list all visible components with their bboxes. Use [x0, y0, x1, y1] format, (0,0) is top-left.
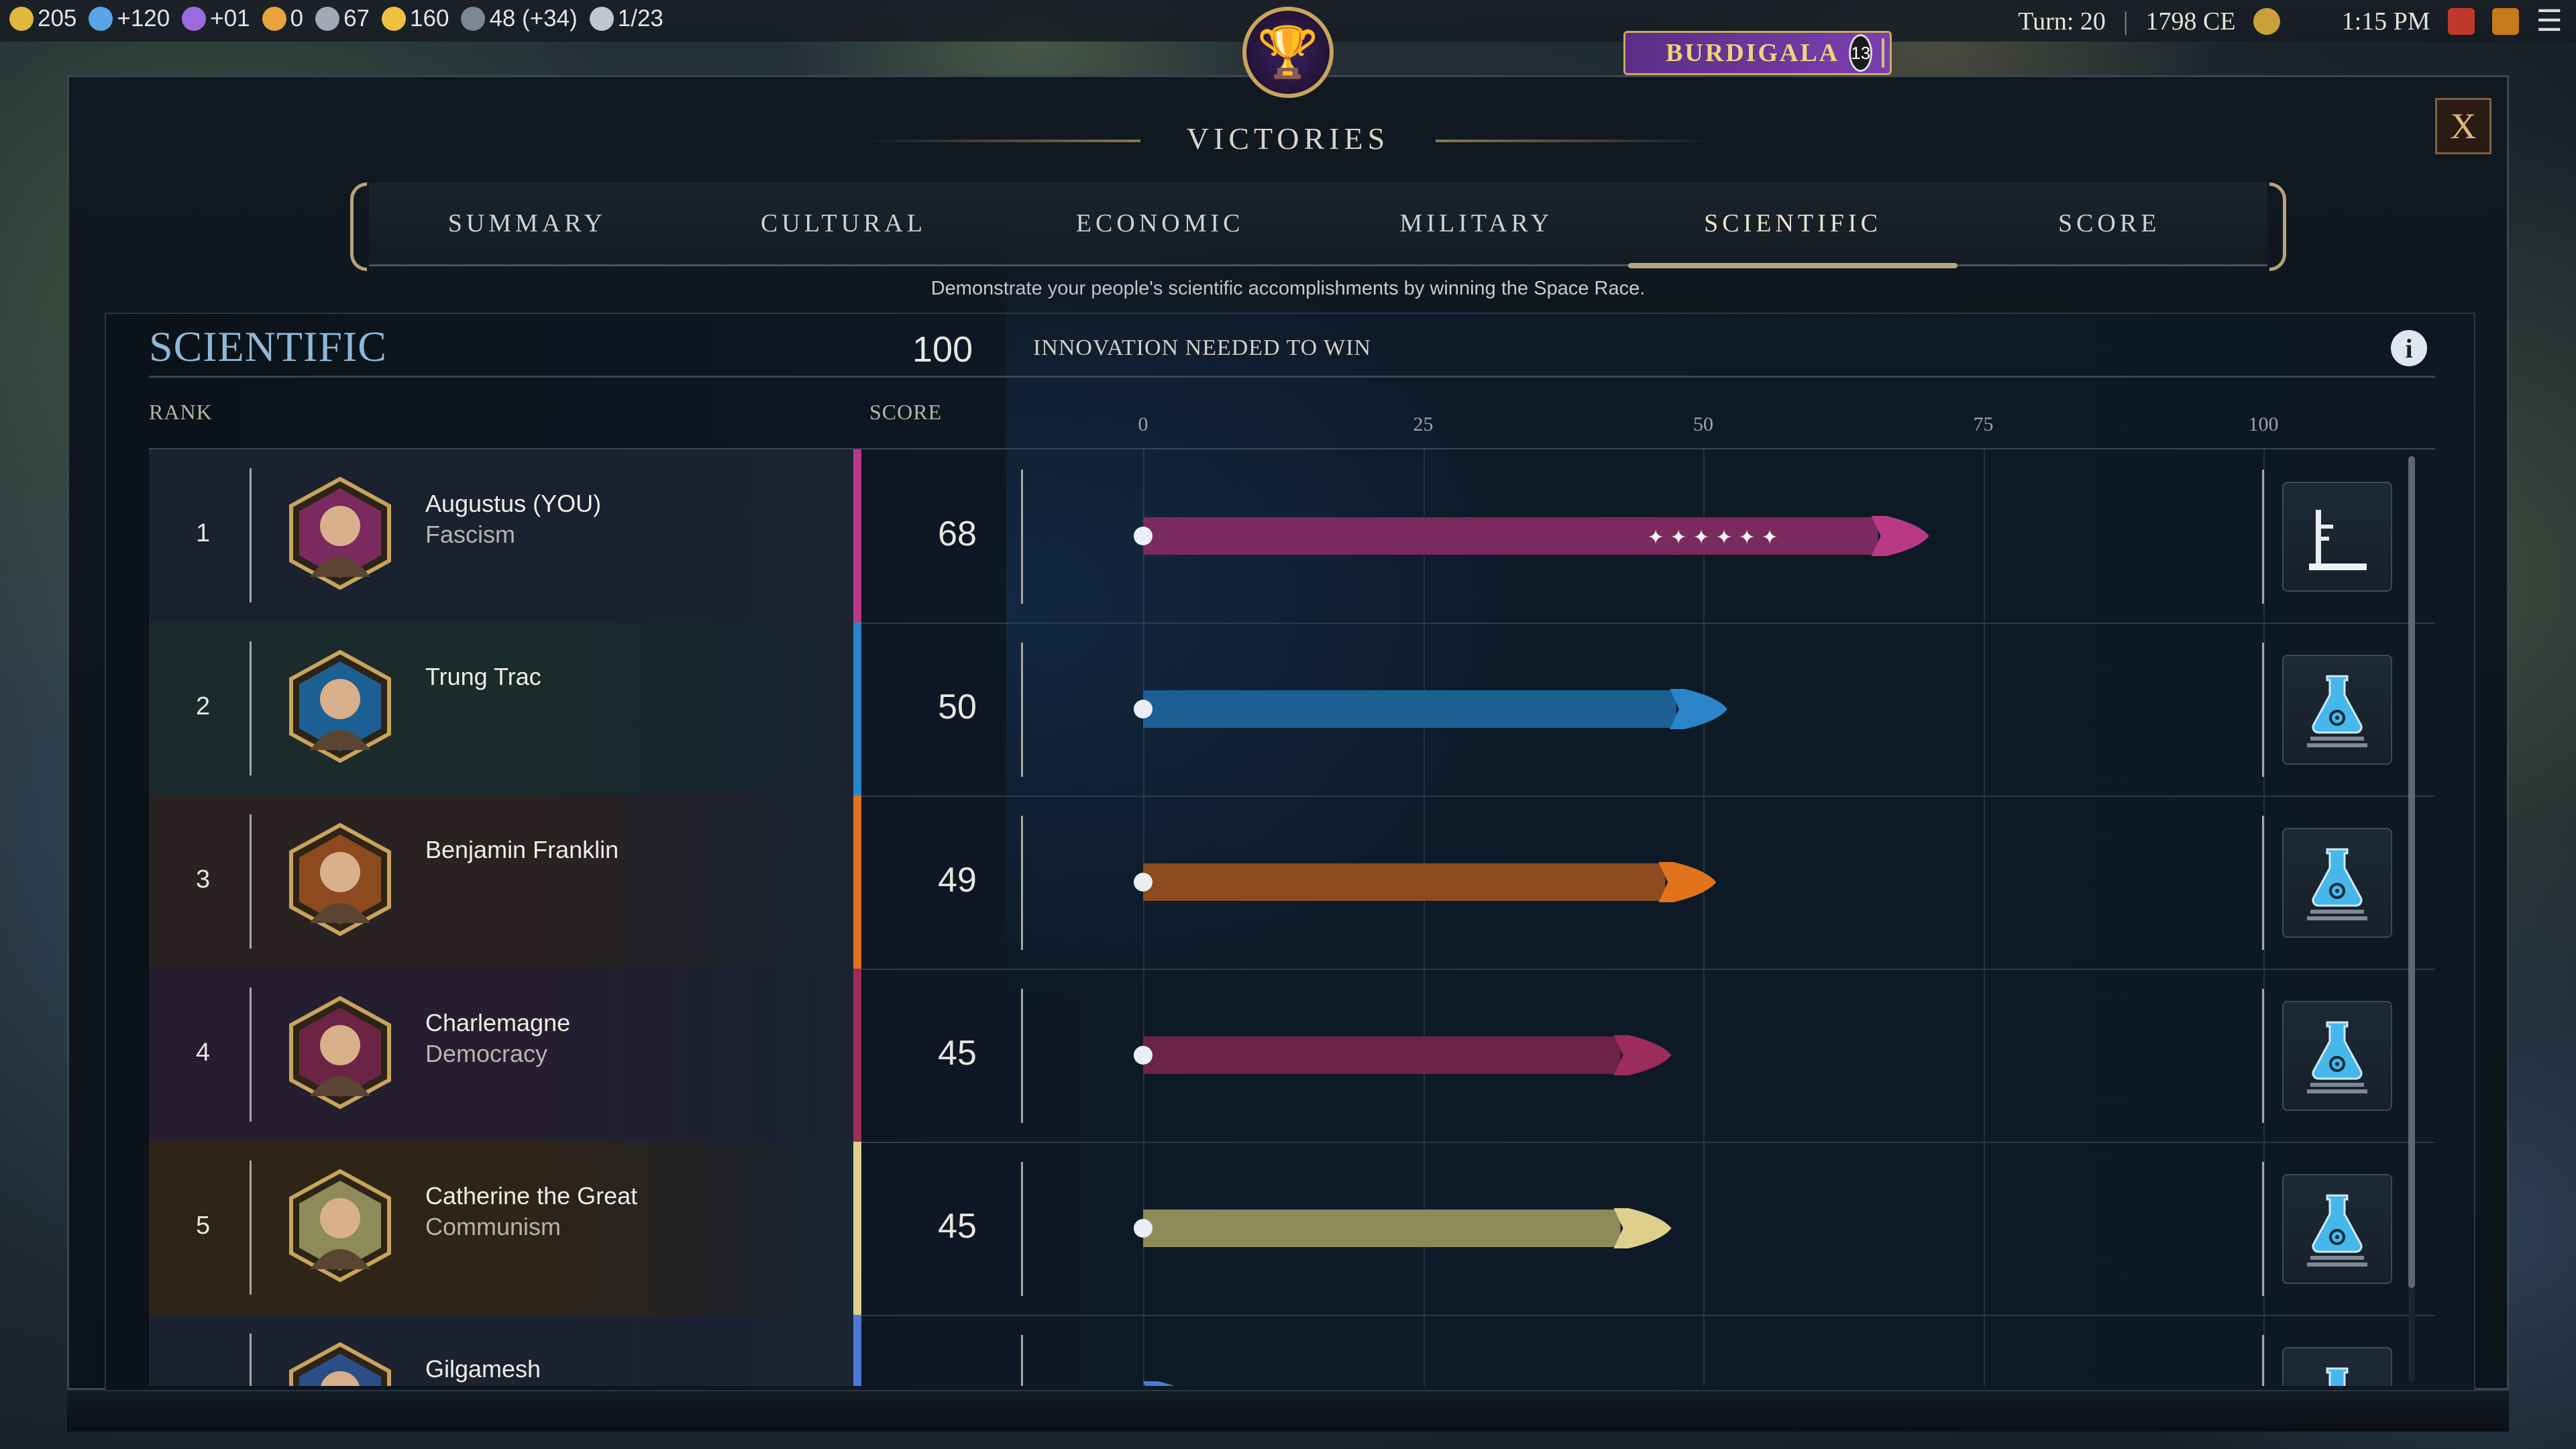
axis-tick-label: 50: [1693, 413, 1713, 435]
close-button[interactable]: X: [2435, 98, 2491, 154]
rocket-marker: [1658, 862, 1717, 902]
boost-star-icon: ✦: [1648, 526, 1664, 549]
science-flask-icon[interactable]: [2282, 1001, 2392, 1111]
year-label: 1798 CE: [2145, 7, 2236, 36]
launch-tower-icon[interactable]: [2282, 482, 2392, 592]
bar-fill: [1143, 1036, 1621, 1074]
yields-bar: 205 +120 +01 0 67 160 48 (+34) 1/23: [9, 5, 663, 32]
yield-item[interactable]: +120: [89, 5, 170, 32]
progress-bar: [1134, 1208, 1672, 1248]
yield-item[interactable]: 67: [315, 5, 370, 32]
culture-icon: [182, 7, 207, 31]
axis-tick-label: 100: [2248, 413, 2279, 435]
yield-item[interactable]: 0: [262, 5, 303, 32]
settlement-icon: [589, 7, 614, 31]
rank-column-header: RANK: [149, 400, 213, 424]
needed-label: INNOVATION NEEDED TO WIN: [1033, 335, 1372, 360]
notification-icon[interactable]: [2447, 7, 2475, 35]
boost-star-icon: ✦: [1670, 526, 1687, 549]
boost-star-icon: ✦: [1762, 526, 1778, 549]
yield-value: +120: [117, 5, 170, 32]
tab-scientific[interactable]: SCIENTIFIC: [1627, 182, 1958, 268]
bar-fill: [1143, 690, 1676, 728]
divider: |: [2123, 7, 2129, 36]
yield-value: 48 (+34): [489, 5, 578, 32]
rocket-marker: [1143, 1381, 1175, 1386]
yield-value: +01: [210, 5, 250, 32]
yield-value: 205: [38, 5, 77, 32]
leaderboard-row[interactable]: 4 Charlemagne Democracy 45: [149, 969, 2435, 1143]
scrollbar[interactable]: [2408, 456, 2415, 1382]
boost-star-icon: ✦: [1739, 526, 1756, 549]
leaderboard-rows: 1 Augustus (YOU) Fascism 68 ✦ ✦ ✦ ✦ ✦ ✦ 2 Trung Tra…: [149, 449, 2435, 1386]
happiness-face-icon: [382, 7, 407, 31]
progress-bar: [1134, 1035, 1672, 1075]
yield-item[interactable]: +01: [182, 5, 250, 32]
yield-value: 1/23: [617, 5, 663, 32]
yield-item[interactable]: 205: [9, 5, 76, 32]
modal-bottom-strip: [67, 1391, 2509, 1432]
menu-icon[interactable]: ☰: [2536, 4, 2563, 38]
bar-fill: [1143, 863, 1666, 901]
turn-info: Turn: 20 | 1798 CE 1:15 PM ☰: [2018, 4, 2563, 38]
rocket-marker: [1613, 1035, 1672, 1075]
start-marker: [1134, 873, 1152, 892]
rocket-marker: [1670, 689, 1727, 729]
leaderboard-row[interactable]: 2 Trung Trac 50: [149, 623, 2435, 797]
boost-star-icon: ✦: [1693, 526, 1710, 549]
happiness-icon: [262, 7, 286, 31]
category-title: SCIENTIFIC: [149, 323, 387, 370]
yield-item[interactable]: 48 (+34): [461, 5, 578, 32]
science-flask-icon[interactable]: [2282, 1347, 2392, 1386]
leaderboard-row[interactable]: 3 Benjamin Franklin 49: [149, 796, 2435, 970]
rocket-marker: [1613, 1208, 1672, 1248]
start-marker: [1134, 527, 1152, 545]
tab-cultural[interactable]: CULTURAL: [686, 182, 1002, 264]
start-marker: [1134, 700, 1152, 718]
progress-bar: [1143, 1381, 1175, 1386]
score-column-header: SCORE: [869, 400, 943, 424]
tab-summary[interactable]: SUMMARY: [369, 182, 686, 264]
city-banner[interactable]: BURDIGALA 13: [1623, 31, 1892, 75]
axis-tick-label: 0: [1138, 413, 1148, 435]
city-shield-icon: [1882, 38, 1885, 68]
turn-label: Turn: 20: [2018, 7, 2106, 36]
era-icon[interactable]: [2253, 7, 2280, 35]
help-icon[interactable]: [2491, 7, 2519, 35]
progress-bar: ✦ ✦ ✦ ✦ ✦ ✦: [1134, 516, 1929, 556]
axis-tick-label: 75: [1973, 413, 1994, 435]
axis-tick-label: 25: [1413, 413, 1434, 435]
city-population: 13: [1849, 34, 1873, 72]
city-name: BURDIGALA: [1666, 39, 1840, 67]
leaderboard-row[interactable]: 1 Augustus (YOU) Fascism 68 ✦ ✦ ✦ ✦ ✦ ✦: [149, 449, 2435, 624]
start-marker: [1134, 1219, 1152, 1238]
leaderboard-row[interactable]: 5 Catherine the Great Communism 45: [149, 1142, 2435, 1316]
yield-value: 67: [343, 5, 370, 32]
leaderboard-row[interactable]: Gilgamesh: [149, 1315, 2435, 1386]
clock-label: 1:15 PM: [2341, 7, 2430, 36]
globe-icon: [461, 7, 486, 31]
progress-bar: [1134, 862, 1717, 902]
yield-value: 0: [290, 5, 304, 32]
progress-bar: [1134, 689, 1727, 729]
start-marker: [1134, 1046, 1152, 1065]
science-flask-icon[interactable]: [2282, 1174, 2392, 1284]
tab-score[interactable]: SCORE: [1951, 182, 2267, 264]
bar-fill: [1143, 1210, 1621, 1247]
yield-item[interactable]: 1/23: [589, 5, 663, 32]
boost-star-icon: ✦: [1716, 526, 1733, 549]
rocket-marker: [1871, 516, 1929, 556]
trophy-icon: 🏆: [1242, 7, 1334, 98]
yield-item[interactable]: 160: [382, 5, 449, 32]
yield-value: 160: [410, 5, 449, 32]
needed-value: 100: [912, 329, 973, 370]
gold-icon: [9, 7, 34, 31]
science-icon: [89, 7, 113, 31]
influence-icon: [315, 7, 340, 31]
science-flask-icon[interactable]: [2282, 655, 2392, 765]
info-icon[interactable]: i: [2391, 330, 2427, 366]
science-flask-icon[interactable]: [2282, 828, 2392, 938]
scroll-thumb[interactable]: [2408, 456, 2415, 1288]
